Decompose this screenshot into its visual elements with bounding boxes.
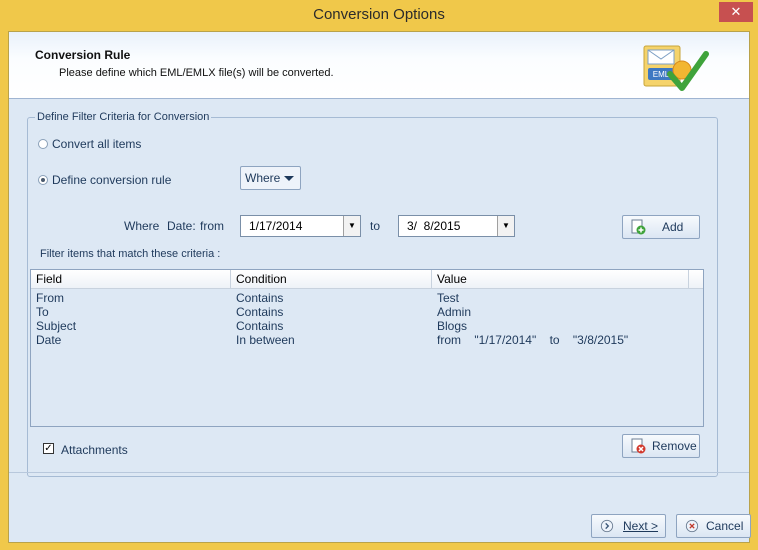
criteria-label: Filter items that match these criteria : — [40, 248, 221, 260]
add-document-icon — [631, 219, 646, 235]
cell-condition: Contains — [236, 291, 284, 305]
to-label: to — [370, 219, 381, 233]
cell-value: from "1/17/2014" to "3/8/2015" — [437, 333, 629, 347]
cancel-button[interactable]: Cancel — [676, 514, 751, 538]
define-rule-label[interactable]: Define conversion rule — [52, 173, 171, 187]
remove-button-label: Remove — [652, 439, 697, 453]
cell-condition: Contains — [236, 305, 284, 319]
arrow-right-icon — [600, 519, 614, 533]
table-row[interactable]: Subject Contains Blogs — [31, 319, 703, 333]
column-header-field[interactable]: Field — [31, 270, 231, 288]
where-dropdown-button[interactable]: Where — [240, 166, 301, 190]
to-date-value: 3/ 8/2015 — [407, 219, 461, 233]
eml-checkmark-icon: EML — [643, 45, 709, 91]
cancel-icon — [685, 519, 699, 533]
criteria-table[interactable]: Field Condition Value From Contains Test… — [30, 269, 704, 427]
cell-field: To — [36, 305, 49, 319]
header-panel: Conversion Rule Please define which EML/… — [9, 32, 749, 99]
next-button[interactable]: Next > — [591, 514, 666, 538]
criteria-table-header: Field Condition Value — [31, 270, 703, 289]
calendar-dropdown-icon[interactable]: ▼ — [497, 216, 514, 236]
footer-divider — [9, 472, 749, 473]
calendar-dropdown-icon[interactable]: ▼ — [343, 216, 360, 236]
table-row[interactable]: From Contains Test — [31, 291, 703, 305]
from-date-picker[interactable]: 1/17/2014 ▼ — [240, 215, 361, 237]
column-header-value[interactable]: Value — [432, 270, 689, 288]
date-label: Date: — [167, 219, 196, 233]
attachments-checkbox[interactable]: ✓ — [43, 443, 54, 454]
cell-field: Subject — [36, 319, 77, 333]
cell-condition: Contains — [236, 319, 284, 333]
title-bar[interactable]: Conversion Options ✕ — [0, 0, 758, 30]
remove-button[interactable]: Remove — [622, 434, 700, 458]
cell-value: Admin — [437, 305, 472, 319]
from-date-value: 1/17/2014 — [249, 219, 303, 233]
add-button-label: Add — [662, 220, 684, 234]
cell-value: Test — [437, 291, 460, 305]
add-button[interactable]: Add — [622, 215, 700, 239]
next-button-label: Next > — [623, 519, 659, 533]
column-header-condition[interactable]: Condition — [231, 270, 432, 288]
header-subtitle: Please define which EML/EMLX file(s) wil… — [59, 67, 334, 79]
convert-all-label[interactable]: Convert all items — [52, 137, 141, 151]
where-label: Where — [124, 219, 160, 233]
cell-condition: In between — [236, 333, 295, 347]
window-title: Conversion Options — [313, 6, 445, 23]
close-button[interactable]: ✕ — [719, 2, 753, 22]
define-rule-radio[interactable] — [38, 175, 48, 185]
table-row[interactable]: To Contains Admin — [31, 305, 703, 319]
attachments-label[interactable]: Attachments — [61, 443, 128, 457]
chevron-down-icon — [284, 176, 294, 181]
header-title: Conversion Rule — [35, 48, 131, 62]
dialog-body: Conversion Rule Please define which EML/… — [8, 31, 751, 543]
cell-value: Blogs — [437, 319, 468, 333]
table-row[interactable]: Date In between from "1/17/2014" to "3/8… — [31, 333, 703, 347]
cancel-button-label: Cancel — [706, 519, 744, 533]
to-date-picker[interactable]: 3/ 8/2015 ▼ — [398, 215, 515, 237]
conversion-options-window: Conversion Options ✕ Conversion Rule Ple… — [0, 0, 758, 550]
where-dropdown-label: Where — [245, 171, 281, 185]
convert-all-radio[interactable] — [38, 139, 48, 149]
remove-document-icon — [631, 438, 646, 454]
from-label: from — [200, 219, 224, 233]
cell-field: Date — [36, 333, 62, 347]
cell-field: From — [36, 291, 64, 305]
filter-group-legend: Define Filter Criteria for Conversion — [35, 111, 212, 123]
